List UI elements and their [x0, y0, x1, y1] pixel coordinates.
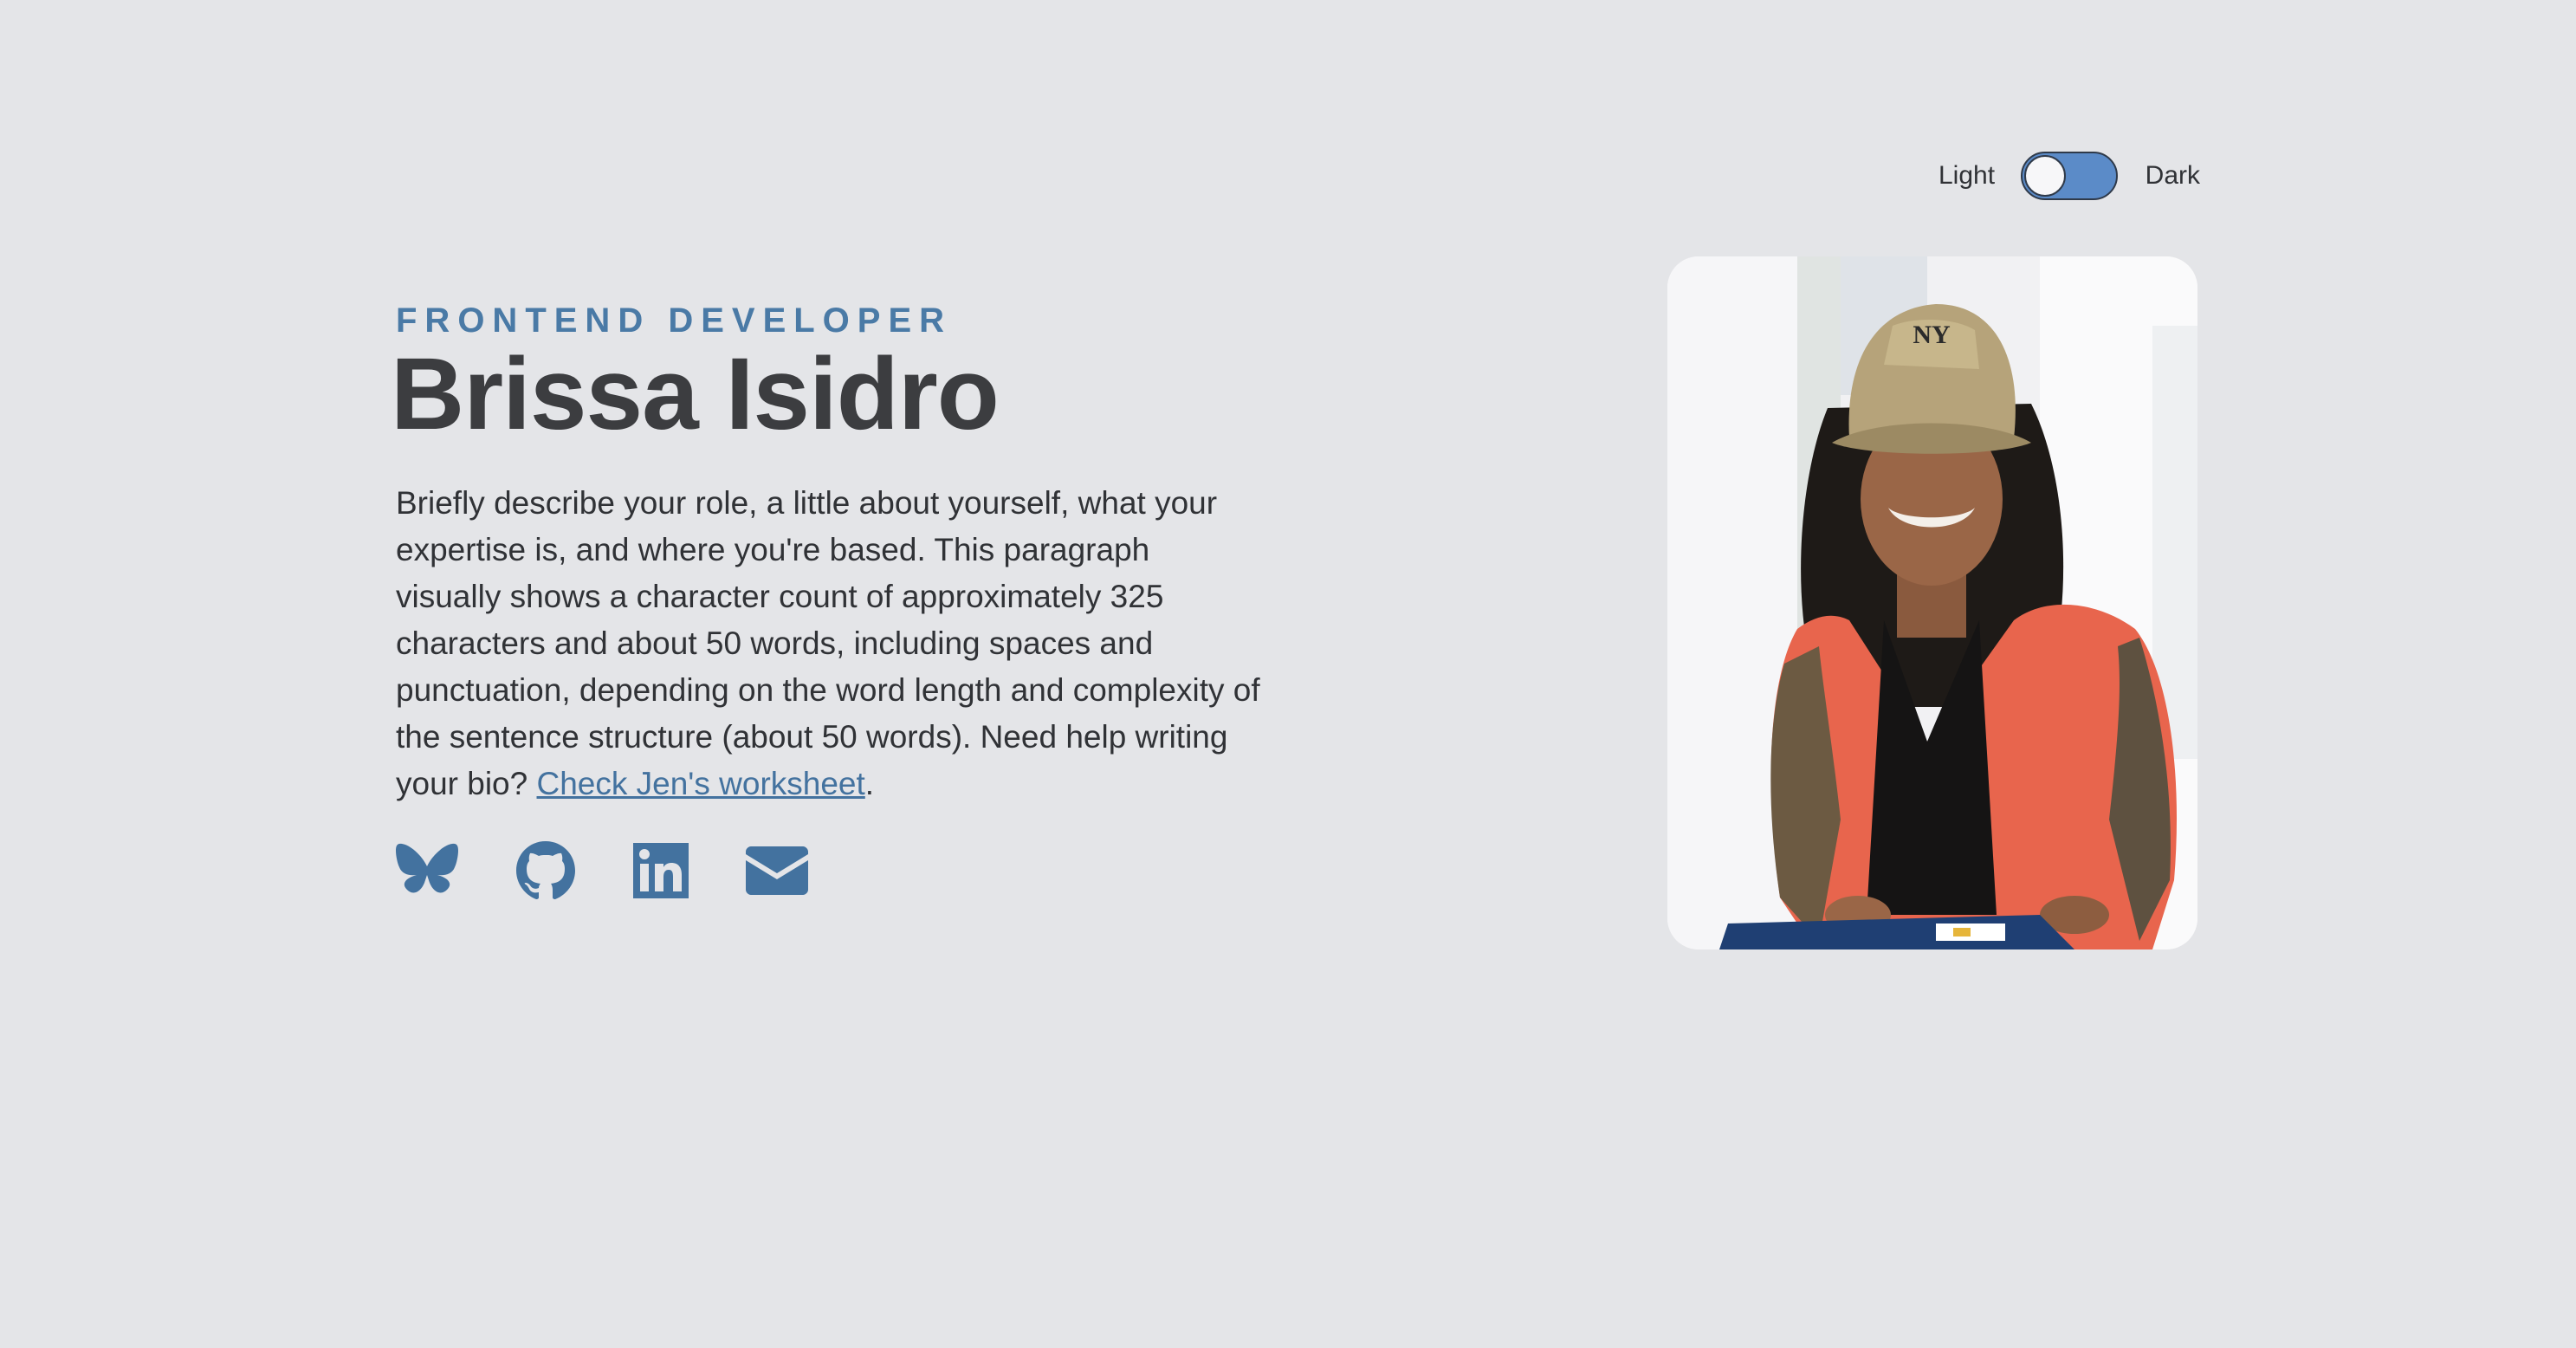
linkedin-link[interactable] [633, 843, 689, 898]
bio-paragraph: Briefly describe your role, a little abo… [396, 480, 1262, 807]
email-link[interactable] [746, 846, 808, 895]
profile-photo: NY [1667, 256, 2197, 949]
intro-section: FRONTEND DEVELOPER Brissa Isidro Briefly… [391, 301, 1271, 901]
page-title: Brissa Isidro [391, 337, 1000, 451]
github-icon [516, 841, 575, 899]
job-title: FRONTEND DEVELOPER [396, 301, 953, 340]
social-links [396, 840, 1271, 901]
theme-switch: Light Dark [1938, 149, 2200, 203]
dark-label: Dark [2145, 161, 2200, 190]
worksheet-link[interactable]: Check Jen's worksheet [537, 766, 865, 801]
github-link[interactable] [515, 840, 576, 901]
bio-text: Briefly describe your role, a little abo… [396, 485, 1260, 801]
email-icon [746, 846, 808, 895]
light-label: Light [1938, 161, 1996, 190]
svg-text:NY: NY [1913, 321, 1951, 349]
bluesky-icon [396, 843, 458, 893]
bluesky-link[interactable] [396, 843, 458, 898]
linkedin-icon [633, 843, 689, 898]
bio-end: . [864, 766, 875, 801]
toggle-knob [2024, 155, 2067, 197]
theme-toggle[interactable] [2021, 152, 2118, 200]
